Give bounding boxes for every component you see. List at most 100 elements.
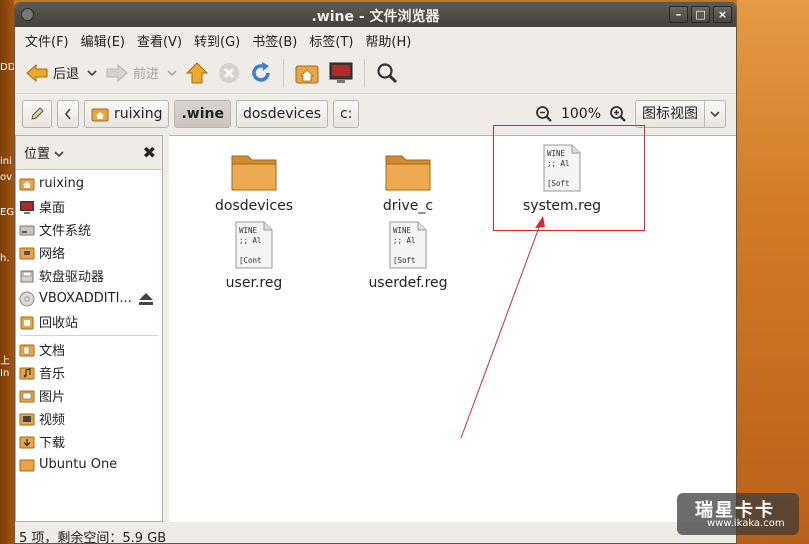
sidebar-item-label: 音乐 (39, 367, 66, 382)
zoom-in-icon[interactable] (609, 105, 627, 123)
stop-button[interactable] (213, 57, 245, 89)
file-name: drive_c (382, 198, 434, 214)
home-button[interactable] (290, 57, 324, 89)
file-preview-line: ;; Al (393, 236, 416, 245)
folder-icon (19, 459, 35, 471)
chevron-down-icon (167, 69, 177, 76)
sidebar-item-downloads[interactable]: 下载 (16, 430, 162, 453)
folder-icon (385, 155, 431, 191)
file-preview-line: [Cont (239, 256, 262, 265)
file-browser-window: .wine - 文件浏览器 – □ × 文件(F) 编辑(E) 查看(V) 转到… (14, 2, 737, 544)
places-sidebar: 位置 ✖ ruixing 桌面 文件系统 网络 软盘驱动器 VBOXADDITI… (15, 135, 163, 522)
back-history-dropdown[interactable] (83, 57, 101, 89)
folder-icon (231, 155, 277, 191)
annotation-highlight-box (493, 125, 645, 231)
computer-icon (329, 62, 353, 83)
sidebar-item-label: 网络 (39, 247, 66, 262)
path-scroll-left-button[interactable] (57, 100, 79, 128)
breadcrumb-c[interactable]: c: (333, 100, 360, 128)
close-sidebar-icon[interactable]: ✖ (143, 143, 156, 162)
sidebar-item-desktop[interactable]: 桌面 (16, 195, 162, 218)
up-arrow-icon (185, 61, 209, 83)
sidebar-item-videos[interactable]: 视频 (16, 407, 162, 430)
desktop-fragment: 上 (0, 356, 10, 367)
watermark-url: www.ikaka.com (707, 518, 785, 529)
desktop-fragment: h. (0, 253, 10, 264)
menu-tabs[interactable]: 标签(T) (305, 27, 361, 51)
file-name: dosdevices (214, 198, 294, 214)
file-preview-line: WINE (393, 226, 412, 235)
sidebar-item-network[interactable]: 网络 (16, 241, 162, 264)
floppy-icon (20, 270, 34, 282)
file-preview-line: WINE (239, 226, 258, 235)
desktop-strip: DD ini ov EG h. 上 In (0, 0, 14, 544)
sidebar-item-trash[interactable]: 回收站 (16, 310, 162, 333)
stop-icon (219, 62, 240, 83)
breadcrumb-dosdevices[interactable]: dosdevices (235, 100, 328, 128)
menu-bar: 文件(F) 编辑(E) 查看(V) 转到(G) 书签(B) 标签(T) 帮助(H… (15, 27, 736, 51)
file-item-user-reg[interactable]: WINE ;; Al [Cont user.reg (199, 221, 309, 291)
sidebar-item-label: 桌面 (39, 201, 66, 216)
minimize-button[interactable]: – (669, 6, 688, 23)
chevron-down-icon (87, 69, 97, 76)
toolbar-separator (283, 58, 285, 87)
forward-label: 前进 (133, 67, 160, 82)
breadcrumb-wine[interactable]: .wine (174, 100, 231, 128)
sidebar-item-label: 文档 (39, 344, 66, 359)
reload-button[interactable] (245, 57, 277, 89)
desktop-fragment: ini (0, 156, 12, 167)
file-name: user.reg (225, 275, 283, 291)
file-item-dosdevices[interactable]: dosdevices (199, 150, 309, 214)
computer-button[interactable] (324, 57, 358, 89)
documents-folder-icon (19, 344, 35, 356)
edit-location-button[interactable] (22, 100, 52, 128)
sidebar-item-label: 图片 (39, 390, 66, 405)
sidebar-item-ruixing[interactable]: ruixing (16, 172, 162, 195)
menu-view[interactable]: 查看(V) (133, 27, 190, 51)
sidebar-item-floppy[interactable]: 软盘驱动器 (16, 264, 162, 287)
sidebar-item-label: 回收站 (39, 316, 79, 331)
menu-help[interactable]: 帮助(H) (361, 27, 419, 51)
menu-go[interactable]: 转到(G) (190, 27, 248, 51)
sidebar-item-music[interactable]: 音乐 (16, 361, 162, 384)
breadcrumb-ruixing[interactable]: ruixing (84, 100, 170, 128)
breadcrumb-label: .wine (181, 106, 224, 122)
sidebar-item-pictures[interactable]: 图片 (16, 384, 162, 407)
cdrom-icon (19, 291, 35, 306)
file-view[interactable]: dosdevices drive_c WINE ;; Al [Soft syst… (169, 135, 736, 522)
breadcrumb-label: ruixing (114, 106, 163, 122)
text-file-icon: WINE ;; Al [Soft (389, 221, 427, 269)
sidebar-item-filesystem[interactable]: 文件系统 (16, 218, 162, 241)
search-button[interactable] (371, 57, 403, 89)
desktop-background-right (737, 0, 809, 544)
title-bar[interactable]: .wine - 文件浏览器 – □ × (15, 3, 736, 27)
sidebar-item-documents[interactable]: 文档 (16, 338, 162, 361)
forward-button[interactable]: 前进 (101, 57, 163, 89)
status-bar: 5 项，剩余空间：5.9 GB (19, 531, 167, 544)
maximize-button[interactable]: □ (691, 6, 710, 23)
forward-history-dropdown[interactable] (163, 57, 181, 89)
close-button[interactable]: × (713, 6, 732, 23)
sidebar-item-ubuntu-one[interactable]: Ubuntu One (16, 453, 162, 476)
sidebar-type-select[interactable]: 位置 (24, 143, 64, 162)
sidebar-item-label: 视频 (39, 413, 66, 428)
up-button[interactable] (181, 57, 213, 89)
back-button[interactable]: 后退 (21, 57, 83, 89)
sidebar-header-label: 位置 (24, 147, 51, 162)
zoom-level[interactable]: 100% (561, 106, 601, 122)
breadcrumb-label: dosdevices (242, 106, 321, 122)
zoom-out-icon[interactable] (535, 105, 553, 123)
sidebar-item-label: Ubuntu One (39, 457, 118, 472)
desktop-icon (20, 200, 34, 214)
menu-bookmarks[interactable]: 书签(B) (248, 27, 305, 51)
view-mode-select[interactable]: 图标视图 (635, 100, 726, 128)
videos-folder-icon (19, 413, 35, 425)
file-name: userdef.reg (368, 275, 448, 291)
menu-file[interactable]: 文件(F) (21, 27, 77, 51)
eject-icon[interactable] (138, 292, 154, 306)
sidebar-item-vboxadditions[interactable]: VBOXADDITI... (16, 287, 162, 310)
file-item-userdef-reg[interactable]: WINE ;; Al [Soft userdef.reg (353, 221, 463, 291)
file-item-drive-c[interactable]: drive_c (353, 150, 463, 214)
menu-edit[interactable]: 编辑(E) (77, 27, 133, 51)
desktop-fragment: In (0, 368, 10, 379)
